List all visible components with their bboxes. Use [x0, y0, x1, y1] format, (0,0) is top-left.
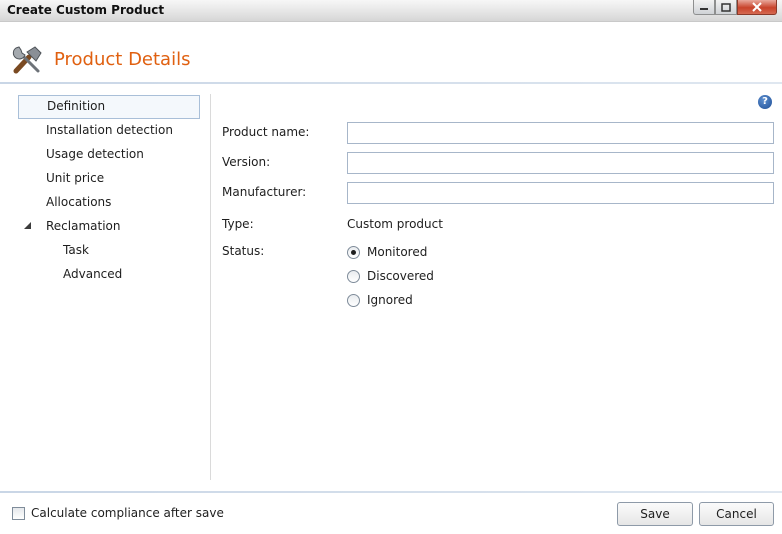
sidebar-item-label: Unit price [46, 171, 105, 185]
maximize-icon [721, 2, 731, 12]
status-option-ignored[interactable]: Ignored [347, 293, 413, 307]
sidebar-item-label: Definition [47, 99, 106, 113]
sidebar-item-advanced[interactable]: Advanced [18, 263, 200, 287]
radio-ignored[interactable] [347, 293, 360, 307]
sidebar-item-usage-detection[interactable]: Usage detection [18, 143, 200, 167]
version-input[interactable] [347, 152, 774, 174]
cancel-button[interactable]: Cancel [699, 502, 774, 526]
sidebar-item-label: Allocations [46, 195, 112, 209]
close-icon [752, 2, 762, 12]
sidebar-item-definition[interactable]: Definition [18, 95, 200, 119]
help-icon[interactable]: ? [758, 95, 772, 109]
footer-divider [0, 491, 782, 493]
product-name-label: Product name: [222, 125, 310, 139]
status-option-discovered[interactable]: Discovered [347, 269, 434, 283]
sidebar-nav: Definition Installation detection Usage … [18, 95, 200, 287]
sidebar-item-label: Usage detection [46, 147, 144, 161]
product-name-input[interactable] [347, 122, 774, 144]
sidebar-item-allocations[interactable]: Allocations [18, 191, 200, 215]
radio-label: Ignored [367, 293, 413, 307]
manufacturer-input[interactable] [347, 182, 774, 204]
sidebar-item-label: Task [63, 243, 89, 257]
window-controls [693, 0, 777, 15]
sidebar-item-unit-price[interactable]: Unit price [18, 167, 200, 191]
version-label: Version: [222, 155, 271, 169]
radio-discovered[interactable] [347, 269, 360, 283]
header-divider [0, 82, 782, 84]
manufacturer-label: Manufacturer: [222, 185, 307, 199]
expanded-arrow-icon[interactable] [24, 222, 31, 229]
minimize-button[interactable] [693, 0, 715, 15]
save-button[interactable]: Save [617, 502, 693, 526]
minimize-icon [700, 8, 708, 10]
page-title: Product Details [54, 49, 191, 70]
close-button[interactable] [737, 0, 777, 15]
sidebar-item-label: Advanced [63, 267, 123, 281]
sidebar-item-label: Reclamation [46, 219, 121, 233]
sidebar-item-installation-detection[interactable]: Installation detection [18, 119, 200, 143]
compliance-checkbox[interactable] [12, 507, 25, 520]
status-option-monitored[interactable]: Monitored [347, 245, 427, 259]
title-bar: Create Custom Product [0, 0, 782, 22]
compliance-label[interactable]: Calculate compliance after save [31, 506, 224, 520]
sidebar-item-label: Installation detection [46, 123, 173, 137]
header: Product Details [0, 22, 782, 82]
sidebar-item-reclamation[interactable]: Reclamation [18, 215, 200, 239]
status-label: Status: [222, 244, 265, 258]
radio-label: Discovered [367, 269, 434, 283]
tools-icon [12, 46, 42, 74]
maximize-button[interactable] [715, 0, 737, 15]
sidebar-item-task[interactable]: Task [18, 239, 200, 263]
type-label: Type: [222, 217, 254, 231]
nav-divider [210, 94, 211, 480]
type-value: Custom product [347, 217, 443, 231]
radio-label: Monitored [367, 245, 428, 259]
radio-monitored[interactable] [347, 245, 360, 259]
window-title: Create Custom Product [7, 3, 165, 17]
